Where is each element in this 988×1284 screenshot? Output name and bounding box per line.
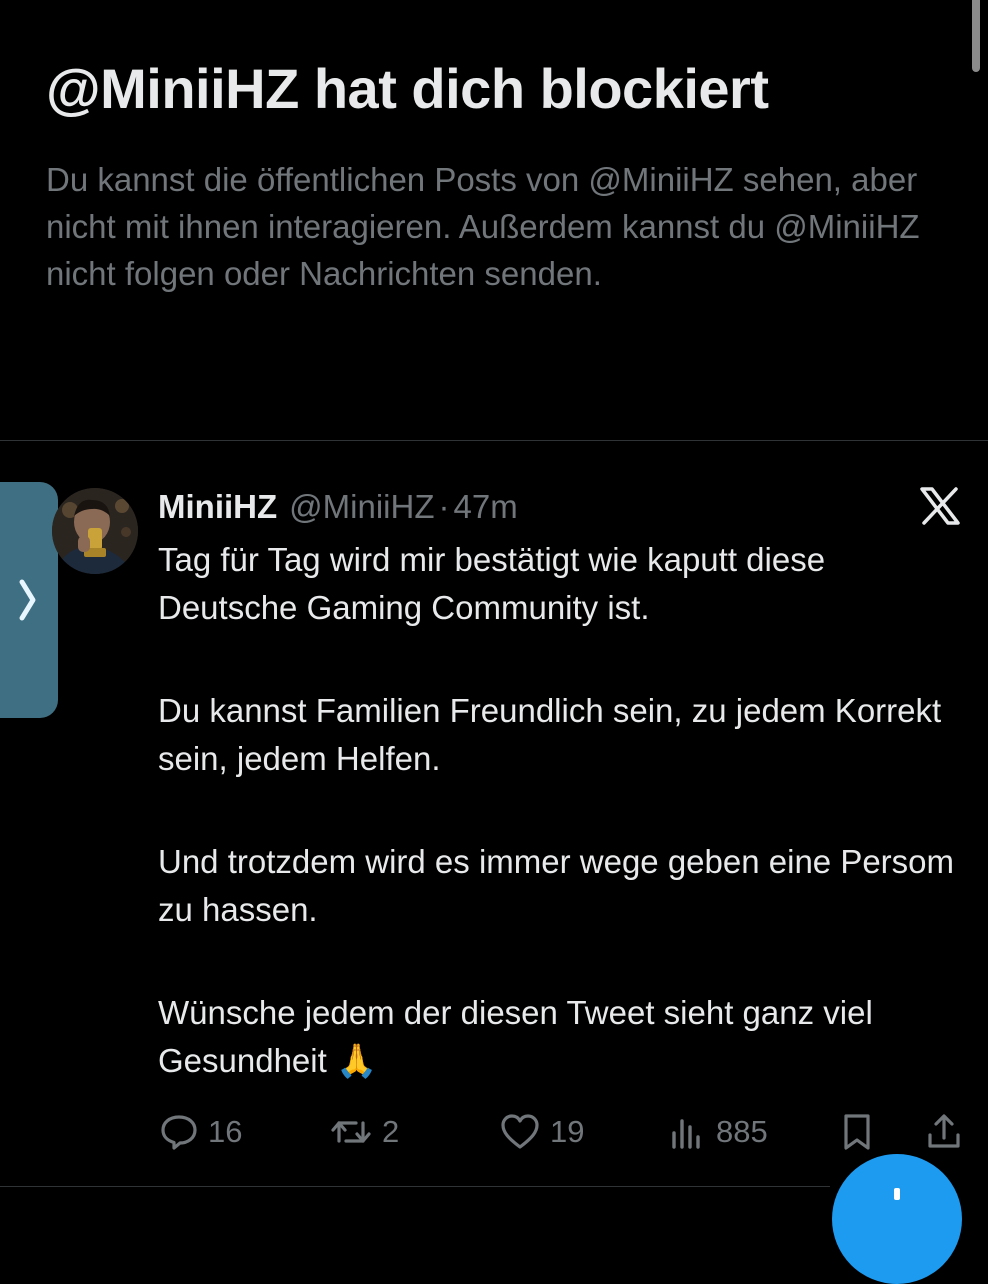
reply-icon [161,1115,197,1150]
bookmark-button[interactable] [838,1108,884,1156]
tweet-paragraph: Tag für Tag wird mir bestätigt wie kaput… [158,541,826,626]
x-logo-icon[interactable] [918,486,962,526]
avatar[interactable] [52,488,138,574]
like-count: 19 [550,1114,585,1149]
like-button[interactable]: 19 [498,1108,584,1156]
scrollbar-thumb[interactable] [972,0,980,72]
plus-icon [894,1188,900,1200]
compose-post-button[interactable] [832,1154,962,1284]
tweet-actions: 16 2 19 885 [158,1108,968,1156]
blocked-title: @MiniiHZ hat dich blockiert [46,57,769,120]
share-button[interactable] [924,1108,972,1156]
heart-icon [501,1114,539,1149]
display-name[interactable]: MiniiHZ [158,484,277,530]
tweet-paragraph: Und trotzdem wird es immer wege geben ei… [158,843,955,928]
tweet-text: Tag für Tag wird mir bestätigt wie kaput… [158,536,968,1085]
repost-count: 2 [382,1114,400,1149]
views-count: 885 [716,1114,768,1149]
tweet-header: MiniiHZ @MiniiHZ · 47m [158,484,518,530]
tweet-paragraph: Du kannst Familien Freundlich sein, zu j… [158,692,942,777]
tweet-paragraph: Wünsche jedem der diesen Tweet sieht gan… [158,994,873,1079]
views-button[interactable]: 885 [668,1108,768,1156]
section-divider [0,440,988,441]
reply-count: 16 [208,1114,243,1149]
repost-button[interactable]: 2 [328,1108,399,1156]
side-panel-tab[interactable] [0,482,58,718]
share-icon [928,1114,960,1148]
reply-button[interactable]: 16 [158,1108,242,1156]
bookmark-icon [844,1114,870,1150]
avatar-image [52,488,138,574]
tweet-time[interactable]: 47m [453,484,517,530]
repost-icon [331,1121,371,1143]
tweet-divider [0,1186,830,1187]
user-handle[interactable]: @MiniiHZ [289,484,434,530]
chevron-right-icon [19,579,36,621]
views-icon [672,1119,700,1149]
blocked-description: Du kannst die öffentlichen Posts von @Mi… [46,161,920,292]
separator-dot: · [438,488,450,525]
